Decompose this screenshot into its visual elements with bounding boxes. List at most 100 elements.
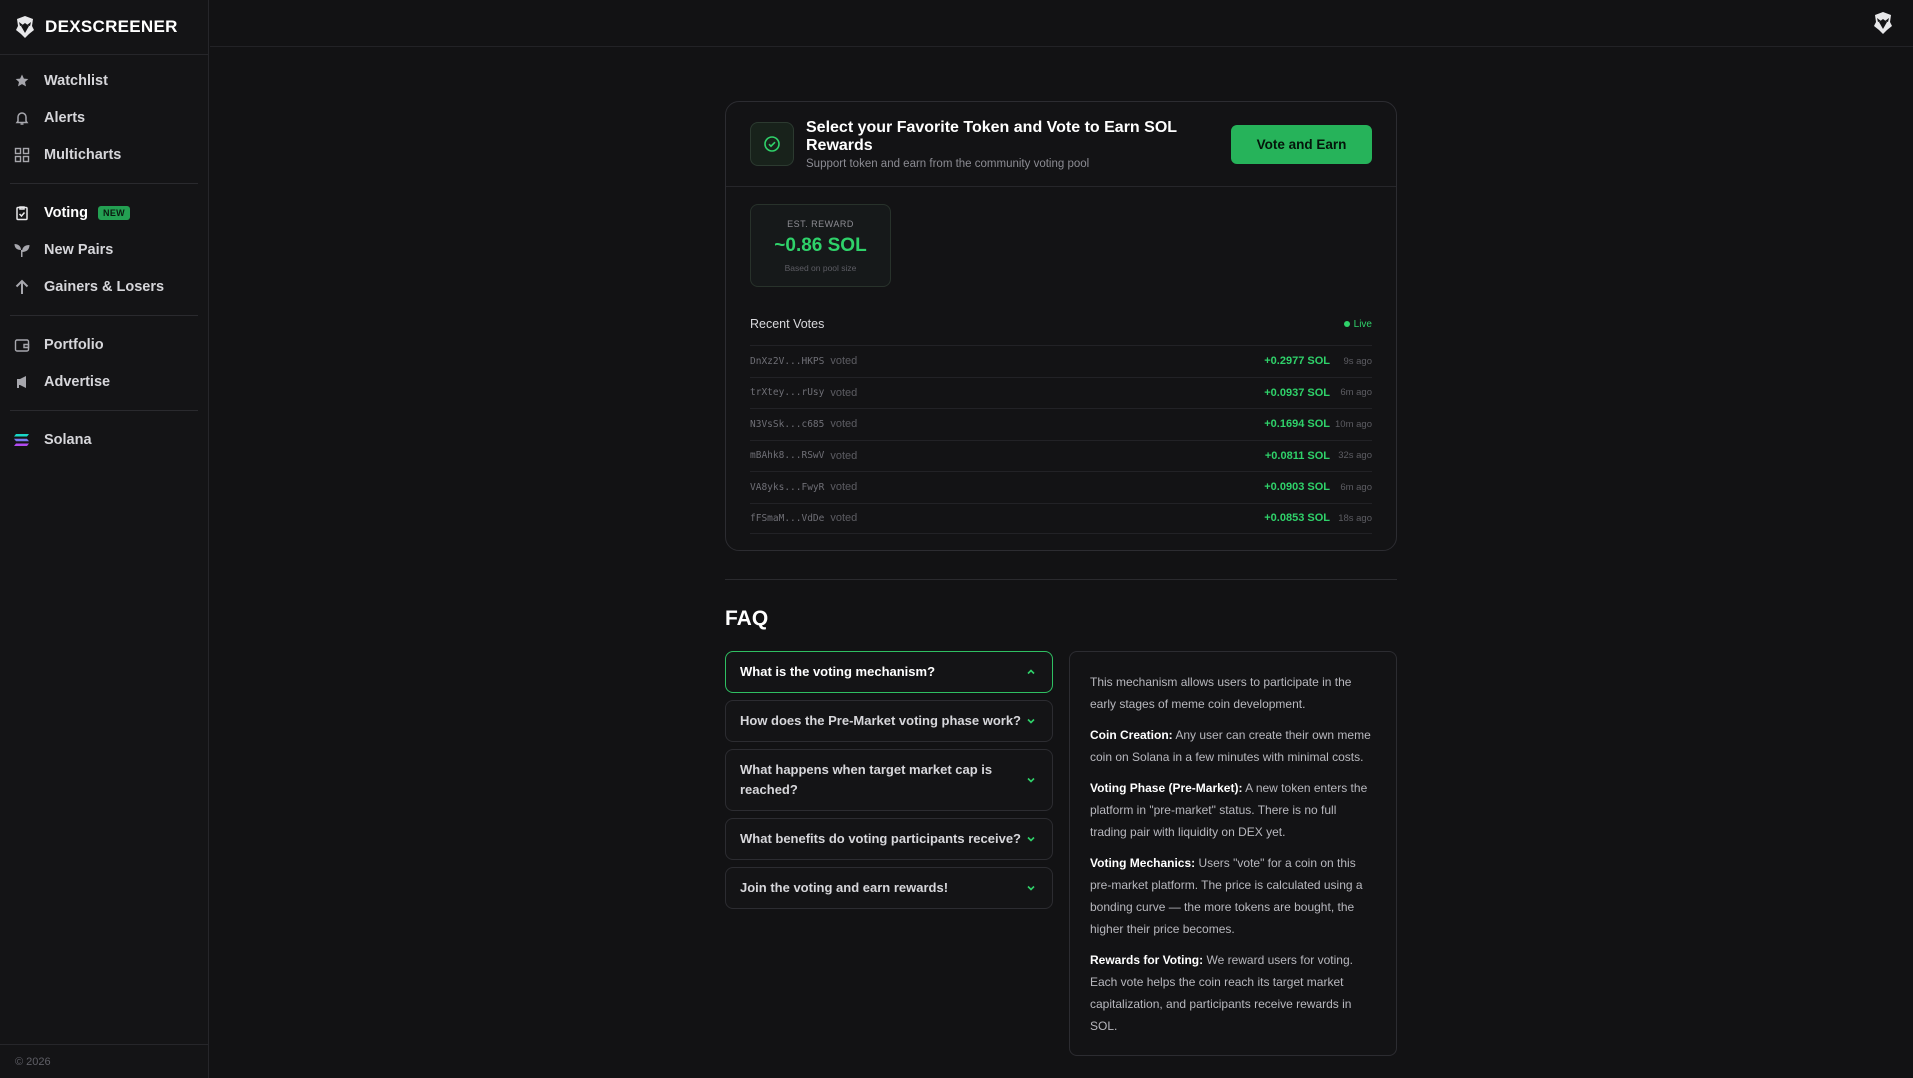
chevron-down-icon	[1024, 832, 1038, 846]
faq-answer-term: Coin Creation:	[1090, 728, 1173, 742]
dexscreener-logo-icon	[16, 16, 34, 38]
vote-address: DnXz2V...HKPS	[750, 355, 825, 367]
vote-and-earn-button[interactable]: Vote and Earn	[1231, 124, 1372, 164]
faq-question-target-cap[interactable]: What happens when target market cap is r…	[725, 749, 1053, 811]
vote-amount: +0.0811 SOL	[1264, 449, 1330, 462]
sidebar-item-label: New Pairs	[44, 241, 114, 258]
live-dot-icon	[1343, 321, 1350, 327]
list-item: N3VsSk...c685 voted +0.1694 SOL 10m ago	[750, 408, 1372, 440]
recent-votes-header: Recent Votes Live	[750, 314, 1372, 334]
faq-question-voting-mechanism[interactable]: What is the voting mechanism?	[725, 651, 1053, 693]
faq-question-text: What benefits do voting participants rec…	[740, 831, 1021, 846]
sidebar-item-watchlist[interactable]: Watchlist	[0, 62, 208, 99]
faq-question-pre-market[interactable]: How does the Pre-Market voting phase wor…	[725, 700, 1053, 742]
grid-icon	[13, 146, 31, 164]
clipboard-check-icon	[13, 204, 31, 222]
faq-answer-paragraph: Voting Mechanics: Users "vote" for a coi…	[1090, 852, 1376, 940]
list-item: trXtey...rUsy voted +0.0937 SOL 6m ago	[750, 376, 1372, 409]
app-root: DEXSCREENER Watchlist Alerts Multicharts	[0, 0, 1913, 1078]
faq-answer-term: Voting Phase (Pre-Market):	[1090, 781, 1243, 795]
voting-header-text: Select your Favorite Token and Vote to E…	[806, 119, 1231, 170]
vote-amount: +0.0903 SOL	[1264, 481, 1330, 494]
sidebar-item-new-pairs[interactable]: New Pairs	[0, 231, 208, 268]
reward-value: ~0.86 SOL	[774, 235, 867, 256]
chevron-down-icon	[1024, 773, 1038, 787]
topbar	[210, 0, 1913, 47]
vote-amount: +0.0853 SOL	[1264, 512, 1330, 525]
brand[interactable]: DEXSCREENER	[0, 0, 208, 55]
vote-time: 32s ago	[1338, 450, 1372, 462]
sidebar-item-label: Watchlist	[44, 72, 108, 89]
live-indicator: Live	[1343, 318, 1372, 330]
sidebar-item-label: Gainers & Losers	[44, 278, 165, 295]
vote-time: 9s ago	[1343, 355, 1372, 367]
vote-address: VA8yks...FwyR	[750, 481, 825, 493]
wallet-icon	[13, 336, 31, 354]
sidebar-footer: © 2026	[0, 1044, 208, 1078]
bell-icon	[13, 109, 31, 127]
est-reward-box: EST. REWARD ~0.86 SOL Based on pool size	[750, 204, 891, 287]
vote-time: 18s ago	[1338, 512, 1372, 524]
sidebar-item-solana[interactable]: Solana	[0, 421, 208, 458]
list-item: fFSmaM...VdDe voted +0.0853 SOL 18s ago	[750, 502, 1372, 534]
megaphone-icon	[13, 373, 31, 391]
sidebar-item-portfolio[interactable]: Portfolio	[0, 326, 208, 363]
vote-action: voted	[830, 481, 858, 494]
vote-address: fFSmaM...VdDe	[750, 512, 825, 524]
chevron-up-icon	[1024, 665, 1038, 679]
vote-action: voted	[830, 512, 858, 525]
chevron-down-icon	[1024, 714, 1038, 728]
list-item: VA8yks...FwyR voted +0.0903 SOL 6m ago	[750, 471, 1372, 503]
voting-card-header: Select your Favorite Token and Vote to E…	[726, 102, 1396, 187]
list-item: DnXz2V...HKPS voted +0.2977 SOL 9s ago	[750, 345, 1372, 377]
faq-question-text: What is the voting mechanism?	[740, 664, 936, 679]
new-badge: NEW	[98, 205, 130, 220]
chevron-down-icon	[1024, 881, 1038, 895]
sidebar-divider	[10, 183, 198, 184]
check-circle-icon	[750, 122, 794, 166]
section-divider	[725, 579, 1397, 580]
recent-votes-list: DnXz2V...HKPS voted +0.2977 SOL 9s ago t…	[750, 345, 1372, 534]
sidebar-item-label: Multicharts	[44, 146, 122, 163]
sidebar-item-advertise[interactable]: Advertise	[0, 363, 208, 400]
sidebar-item-label: Alerts	[44, 109, 86, 126]
faq-title: FAQ	[725, 607, 769, 630]
sidebar-item-label: Solana	[44, 431, 92, 448]
sidebar-item-gainers-losers[interactable]: Gainers & Losers	[0, 268, 208, 305]
dexscreener-logo-icon[interactable]	[1871, 10, 1895, 36]
arrow-up-icon	[13, 278, 31, 296]
faq-question-text: What happens when target market cap is r…	[740, 762, 993, 797]
faq-answer-term: Rewards for Voting:	[1090, 953, 1204, 967]
faq-question-text: How does the Pre-Market voting phase wor…	[740, 713, 1021, 728]
reward-note: Based on pool size	[784, 263, 857, 273]
sidebar-item-label: Advertise	[44, 373, 111, 390]
live-label: Live	[1353, 318, 1372, 330]
vote-amount: +0.0937 SOL	[1264, 386, 1330, 399]
list-item: mBAhk8...RSwV voted +0.0811 SOL 32s ago	[750, 439, 1372, 472]
sprout-icon	[13, 241, 31, 259]
sidebar-item-alerts[interactable]: Alerts	[0, 99, 208, 136]
faq-question-join[interactable]: Join the voting and earn rewards!	[725, 867, 1053, 909]
sidebar-item-label: Voting	[44, 204, 89, 221]
voting-title: Select your Favorite Token and Vote to E…	[806, 118, 1177, 154]
sidebar-item-multicharts[interactable]: Multicharts	[0, 136, 208, 173]
vote-action: voted	[830, 449, 858, 462]
faq-answer-text: This mechanism allows users to participa…	[1090, 675, 1352, 711]
nav-group-account: Portfolio Advertise	[0, 319, 208, 407]
nav-group-main: Watchlist Alerts Multicharts	[0, 55, 208, 180]
sidebar-divider	[10, 315, 198, 316]
vote-action: voted	[830, 386, 858, 399]
solana-icon	[13, 431, 31, 449]
nav-group-discover: Voting NEW New Pairs Gainers & Losers	[0, 187, 208, 312]
sidebar-divider	[10, 410, 198, 411]
voting-subtitle: Support token and earn from the communit…	[806, 157, 1090, 170]
sidebar-item-voting[interactable]: Voting NEW	[0, 194, 208, 231]
brand-name: DEXSCREENER	[45, 17, 178, 36]
vote-address: N3VsSk...c685	[750, 418, 825, 430]
faq-answer-paragraph: Coin Creation: Any user can create their…	[1090, 724, 1376, 768]
faq-question-benefits[interactable]: What benefits do voting participants rec…	[725, 818, 1053, 860]
vote-amount: +0.2977 SOL	[1264, 355, 1330, 368]
faq-answer-paragraph: Voting Phase (Pre-Market): A new token e…	[1090, 777, 1376, 843]
faq-answer-panel: This mechanism allows users to participa…	[1069, 651, 1397, 1056]
vote-amount: +0.1694 SOL	[1264, 418, 1330, 431]
